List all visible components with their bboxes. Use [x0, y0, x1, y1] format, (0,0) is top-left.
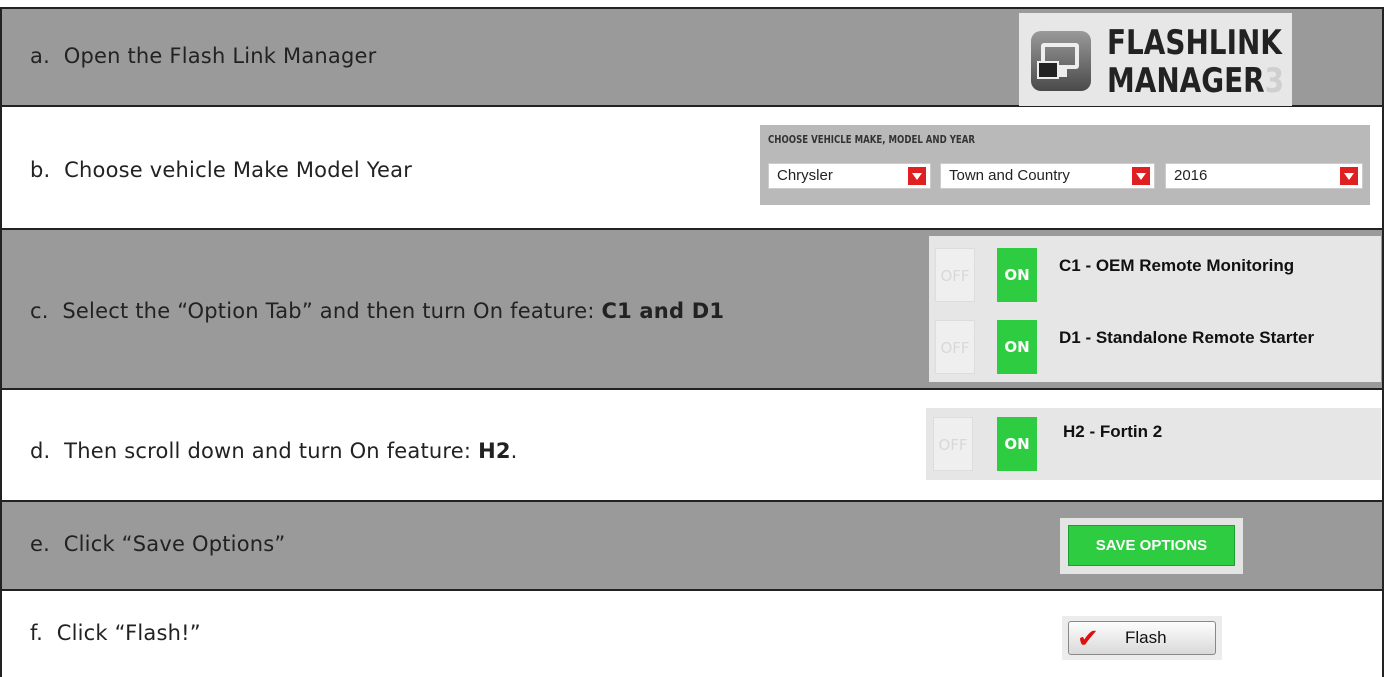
option-label-h2: H2 - Fortin 2: [1063, 422, 1163, 441]
chooser-title: CHOOSE VEHICLE MAKE, MODEL AND YEAR: [768, 133, 976, 146]
step-text-d: d. Then scroll down and turn On feature:…: [30, 439, 518, 463]
step-text-b: b. Choose vehicle Make Model Year: [30, 158, 413, 182]
make-select[interactable]: Chrysler: [768, 163, 931, 189]
options-panel-h: OFF ON H2 - Fortin 2: [926, 408, 1381, 480]
year-select[interactable]: 2016: [1165, 163, 1363, 189]
save-options-button[interactable]: SAVE OPTIONS: [1068, 525, 1235, 566]
flash-button[interactable]: ✔ Flash: [1068, 621, 1216, 655]
step-text-c: c. Select the “Option Tab” and then turn…: [30, 299, 725, 323]
save-options-button-frame: SAVE OPTIONS: [1060, 518, 1243, 574]
c1-off-toggle[interactable]: OFF: [935, 248, 975, 302]
chevron-down-icon: [1132, 167, 1150, 185]
option-label-c1: C1 - OEM Remote Monitoring: [1059, 256, 1295, 275]
options-panel-c-d: OFF ON C1 - OEM Remote Monitoring OFF ON…: [929, 236, 1381, 382]
step-text-e: e. Click “Save Options”: [30, 532, 286, 556]
checkmark-icon: ✔: [1077, 624, 1099, 654]
flash-button-frame: ✔ Flash: [1062, 616, 1222, 660]
flashlink-manager-logo[interactable]: FLASHLINK MANAGER3: [1019, 13, 1292, 106]
h2-off-toggle[interactable]: OFF: [933, 417, 973, 471]
chevron-down-icon: [1340, 167, 1358, 185]
option-label-d1: D1 - Standalone Remote Starter: [1059, 328, 1315, 347]
chevron-down-icon: [908, 167, 926, 185]
step-row-a: a. Open the Flash Link Manager FLASHLINK…: [0, 7, 1384, 107]
d1-on-toggle[interactable]: ON: [997, 320, 1037, 374]
monitor-icon: [1031, 31, 1091, 91]
c1-on-toggle[interactable]: ON: [997, 248, 1037, 302]
step-text-a: a. Open the Flash Link Manager: [30, 44, 377, 68]
vehicle-chooser: CHOOSE VEHICLE MAKE, MODEL AND YEAR Chry…: [760, 125, 1370, 205]
h2-on-toggle[interactable]: ON: [997, 417, 1037, 471]
d1-off-toggle[interactable]: OFF: [935, 320, 975, 374]
model-select[interactable]: Town and Country: [940, 163, 1155, 189]
step-text-f: f. Click “Flash!”: [30, 621, 201, 645]
